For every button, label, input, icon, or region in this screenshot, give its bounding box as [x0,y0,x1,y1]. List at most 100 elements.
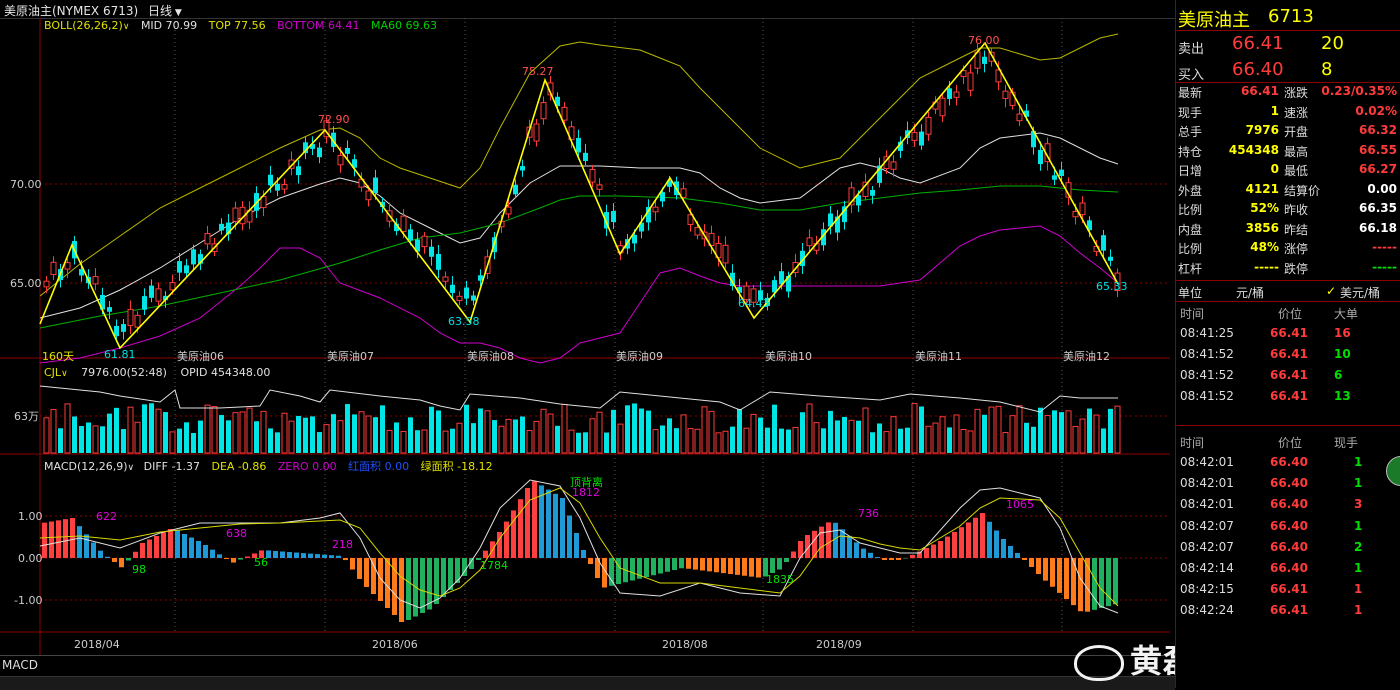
diff-value: DIFF -1.37 [143,460,200,473]
candle [169,282,176,291]
tick-time: 08:41:25 [1180,326,1234,340]
quote-field-label: 昨收 [1284,203,1309,217]
quote-title: 美原油主 6713 [1176,4,1400,31]
macd-bar [693,558,698,570]
macd-label: MACD(12,26,9) [44,460,128,473]
candle [134,314,141,328]
unit-check-label[interactable]: 美元/桶 [1340,284,1380,301]
candle [219,223,224,231]
quote-field-label: 涨跌 [1284,86,1309,100]
chart-area[interactable]: BOLL(26,26,2)∨ MID 70.99 TOP 77.56 BOTTO… [0,18,1170,655]
volume-bar [442,430,449,454]
macd-bar [616,558,621,584]
quote-row: 外盘 4121 结算价 0.00 [1176,180,1400,199]
candle [694,227,701,236]
volume-bar [1114,405,1121,454]
bottom-tab-bar: MACD [0,655,1175,690]
candle [107,307,112,312]
boll-bottom-value: BOTTOM 64.41 [277,19,360,32]
macd-bar [700,558,705,571]
volume-bar [800,412,805,453]
unit-value[interactable]: 元/桶 [1236,284,1264,301]
macd-bar [1064,558,1069,599]
volume-bar [1038,407,1043,453]
volume-bar [198,420,203,453]
volume-bar [1087,408,1092,453]
macd-bar [350,558,355,570]
macd-y-label: 0.00 [18,552,43,565]
macd-bar [1036,558,1041,574]
macd-bar [679,558,684,569]
quote-field-value: 7976 [1245,123,1279,137]
macd-bar [665,558,670,572]
volume-bar [260,410,267,454]
macd-bar [994,530,999,558]
macd-bar [287,552,292,558]
volume-bar [919,406,924,453]
macd-bar [364,558,369,587]
period-selector[interactable]: 日线 ▼ [148,2,182,19]
volume-bar [737,408,742,453]
tick-time: 08:42:14 [1180,561,1234,575]
boll-label: BOLL(26,26,2) [44,19,123,32]
quote-field-value: ----- [1372,259,1397,274]
quote-row: 比例 48% 涨停 ----- [1176,238,1400,257]
macd-bar [644,558,649,577]
macd-bar [217,554,222,558]
volume-bar [526,429,533,454]
price-chart[interactable] [0,18,1170,655]
candle [471,295,476,301]
quote-field-value: 454348 [1228,142,1279,157]
tick-time: 08:41:52 [1180,368,1234,382]
tick-row: 08:42:01 66.40 3 [1176,495,1400,514]
volume-bar [149,403,154,453]
buy-qty: 8 [1321,59,1333,80]
price-annotation: 64.43 [738,297,770,310]
quote-field-value: ----- [1372,240,1397,254]
volume-bar [365,415,372,454]
macd-bar [518,499,523,558]
volume-bar [561,404,568,454]
volume-bar [429,406,434,453]
x-label: 2018/04 [74,638,120,651]
macd-bar [168,529,173,558]
macd-bar [203,545,208,558]
macd-bar [826,522,831,558]
price-annotation: 76.00 [968,34,1000,47]
macd-bar [714,558,719,573]
tick-price: 66.40 [1270,539,1308,554]
candle [436,253,441,270]
price-annotation: 75.27 [522,65,554,78]
macd-bar [392,558,397,615]
quote-row: 总手 7976 开盘 66.32 [1176,121,1400,140]
macd-bar [952,531,957,558]
volume-bar [589,418,596,454]
candle [1052,175,1057,180]
volume-bar [303,417,308,453]
macd-bar [112,558,117,562]
macd-bar [959,527,964,558]
big-tick-row: 08:41:52 66.41 13 [1176,387,1400,406]
macd-bar [189,537,194,558]
macd-bar [1029,558,1034,567]
candle [64,262,71,270]
tab-macd[interactable]: MACD [2,658,38,672]
ticks-header: 时间 价位 现手 [1176,432,1400,451]
macd-bar [567,515,572,558]
volume-bar [64,403,71,454]
macd-bar [777,558,782,570]
volume-bar [380,405,385,453]
volume-bar [337,420,344,454]
candle [939,97,946,117]
big-tick-row: 08:41:52 66.41 6 [1176,366,1400,385]
volume-bar [974,408,981,454]
volume-bar [163,412,168,453]
contract-label: 美原油08 [467,350,514,363]
tick-size: 1 [1354,561,1363,575]
quote-code: 6713 [1268,6,1314,27]
volume-bar [848,419,855,454]
candle [337,154,344,166]
macd-bar [196,541,201,558]
macd-bar [581,550,586,558]
macd-bar [882,558,887,560]
